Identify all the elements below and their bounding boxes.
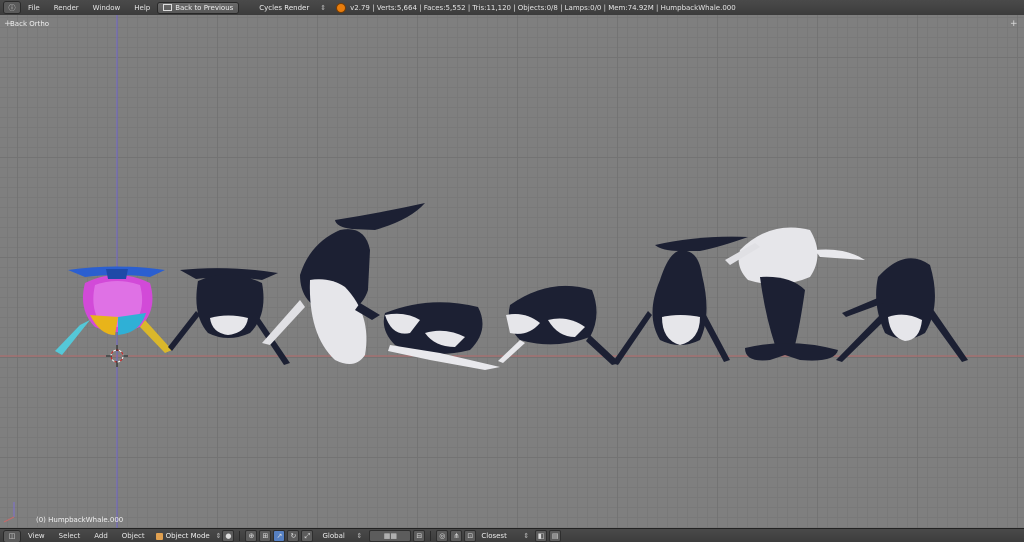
menu-add[interactable]: Add (87, 532, 115, 540)
menu-file[interactable]: File (21, 4, 47, 12)
editor-type-button[interactable]: ◫ (3, 529, 21, 542)
chevron-updown-icon: ⇕ (356, 532, 363, 540)
render-icon[interactable]: ◧ (535, 530, 548, 542)
axis-gizmo-icon (3, 502, 15, 523)
scale-manipulator-icon[interactable]: ⤢ (301, 530, 314, 542)
screen-icon (163, 4, 173, 11)
snap-toggle-icon[interactable]: ⋔ (450, 530, 463, 542)
layer-grid-icon[interactable]: ▦▦ (369, 530, 412, 542)
whale-4 (383, 302, 500, 370)
whale-7 (725, 227, 865, 361)
blender-logo-icon (336, 2, 347, 13)
snap-target-label: Closest (481, 532, 507, 540)
translate-manipulator-icon[interactable]: ↗ (273, 530, 286, 542)
info-editor-icon: ⓘ (8, 3, 16, 12)
menu-view[interactable]: View (21, 532, 52, 540)
editor-type-button[interactable]: ⓘ (3, 1, 21, 14)
menu-object[interactable]: Object (115, 532, 152, 540)
active-object-label: (0) HumpbackWhale.000 (36, 516, 124, 524)
back-to-previous-label: Back to Previous (175, 3, 234, 12)
scene-stats: v2.79 | Verts:5,664 | Faces:5,552 | Tris… (350, 3, 736, 12)
mode-label: Object Mode (165, 532, 210, 540)
whale-2 (168, 268, 290, 365)
snap-target-select[interactable]: Closest (477, 531, 523, 541)
proportional-editing-icon[interactable]: ◎ (436, 530, 449, 542)
scene-canvas (0, 15, 1024, 528)
divider (239, 531, 241, 541)
view3d-editor-icon: ◫ (8, 532, 16, 540)
transform-orientation-select[interactable]: Global (318, 531, 356, 541)
menu-select[interactable]: Select (52, 532, 88, 540)
chevron-updown-icon: ⇕ (523, 532, 530, 540)
mode-select[interactable]: Object Mode (152, 531, 216, 541)
whale-6 (612, 236, 748, 365)
menu-render[interactable]: Render (47, 4, 86, 12)
whale-1-colored (55, 266, 172, 355)
viewport-shading-icon[interactable]: ● (222, 530, 235, 542)
snap-element-icon[interactable]: ⊡ (464, 530, 477, 542)
chevron-updown-icon: ⇕ (320, 3, 327, 12)
chevron-updown-icon: ⇕ (215, 532, 222, 540)
pivot-point-icon[interactable]: ⊕ (245, 530, 258, 542)
orientation-label: Global (322, 532, 345, 540)
layer-lock-icon[interactable]: ⊟ (413, 530, 426, 542)
back-to-previous-button[interactable]: Back to Previous (157, 1, 240, 14)
object-mode-icon (155, 532, 163, 540)
rotate-manipulator-icon[interactable]: ↻ (287, 530, 300, 542)
manipulator-toggle-icon[interactable]: ⊞ (259, 530, 272, 542)
whale-5 (498, 285, 620, 365)
menu-help[interactable]: Help (127, 4, 157, 12)
divider (430, 531, 432, 541)
3d-view-header: ◫ View Select Add Object Object Mode ⇕ ●… (0, 528, 1024, 542)
render-engine-label: Cycles Render (259, 3, 310, 12)
info-header: ⓘ File Render Window Help Back to Previo… (0, 0, 1024, 16)
render-engine-select[interactable]: Cycles Render (255, 3, 318, 13)
3d-viewport[interactable]: Back Ortho + + (0) HumpbackWhale.000 (0, 15, 1024, 528)
render-animation-icon[interactable]: ▤ (549, 530, 562, 542)
menu-window[interactable]: Window (86, 4, 128, 12)
whale-8 (836, 258, 968, 362)
